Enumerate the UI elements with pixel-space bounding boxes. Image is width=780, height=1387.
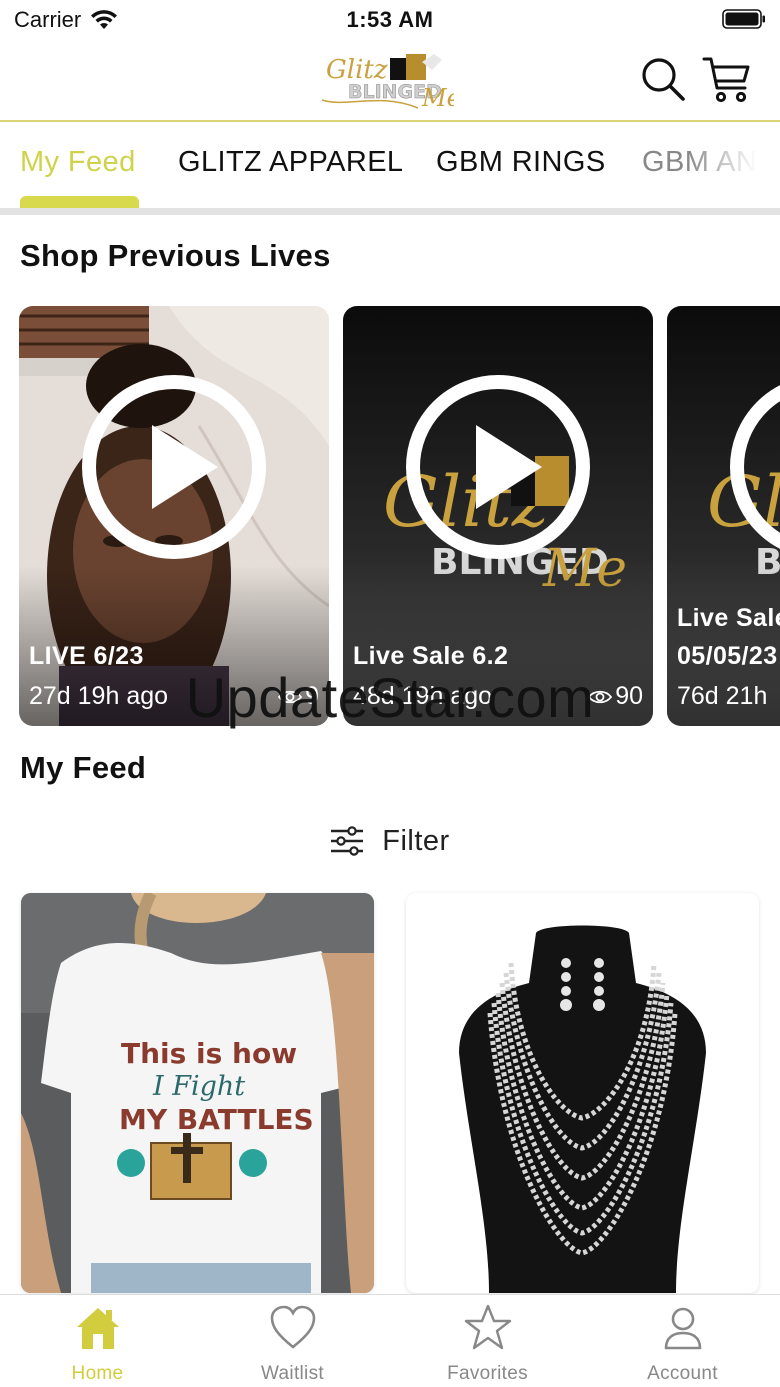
- tab-gbm-partial[interactable]: GBM AN: [642, 146, 757, 179]
- status-bar: Carrier 1:53 AM: [0, 0, 780, 40]
- nav-waitlist-label: Waitlist: [261, 1363, 324, 1384]
- live-view-count: 9: [278, 682, 319, 711]
- nav-favorites[interactable]: Favorites: [390, 1295, 585, 1387]
- product-card[interactable]: [406, 893, 759, 1293]
- eye-icon: [588, 690, 613, 703]
- home-icon: [77, 1308, 119, 1349]
- svg-text:Me: Me: [421, 84, 454, 112]
- person-icon: [664, 1307, 702, 1350]
- live-card[interactable]: Glitz BLINGED Me Live Sale 6.2 48d 19h a…: [343, 306, 653, 726]
- heart-icon: [270, 1305, 316, 1349]
- category-tab-bar: My Feed GLITZ APPAREL GBM RINGS GBM AN: [0, 124, 780, 210]
- tab-glitz-apparel[interactable]: GLITZ APPAREL: [178, 146, 403, 179]
- nav-account-label: Account: [647, 1363, 718, 1384]
- live-card[interactable]: LIVE 6/23 27d 19h ago 9: [19, 306, 329, 726]
- filter-button[interactable]: Filter: [0, 818, 780, 864]
- previous-lives-title: Shop Previous Lives: [20, 238, 331, 273]
- live-time-ago: 48d 19h ago: [353, 682, 493, 710]
- previous-lives-carousel[interactable]: LIVE 6/23 27d 19h ago 9 Glitz BLINGED Me: [0, 306, 780, 728]
- tab-gbm-rings[interactable]: GBM RINGS: [436, 146, 606, 179]
- nav-account[interactable]: Account: [585, 1295, 780, 1387]
- nav-home[interactable]: Home: [0, 1295, 195, 1387]
- live-title: LIVE 6/23: [29, 642, 144, 670]
- search-icon[interactable]: [640, 56, 686, 102]
- feed-title: My Feed: [20, 750, 147, 785]
- live-views-value: 9: [305, 682, 319, 710]
- live-views-value: 90: [615, 682, 643, 710]
- star-icon: [464, 1304, 512, 1350]
- filter-label: Filter: [382, 824, 450, 857]
- bottom-tab-bar: Home Waitlist Favorites Account: [0, 1294, 780, 1387]
- shirt-print-line-2: I Fight: [152, 1071, 245, 1102]
- play-icon[interactable]: [80, 373, 268, 561]
- live-title-line-1: Live Sale: [677, 604, 780, 632]
- shirt-print-line-1: This is how: [121, 1037, 297, 1070]
- eye-icon: [278, 690, 303, 703]
- product-image: This is how I Fight MY BATTLES: [21, 893, 374, 1293]
- nav-favorites-label: Favorites: [447, 1363, 528, 1384]
- tab-my-feed[interactable]: My Feed: [20, 146, 136, 179]
- play-icon[interactable]: [404, 373, 592, 561]
- cart-icon[interactable]: [702, 54, 752, 104]
- product-card[interactable]: This is how I Fight MY BATTLES: [21, 893, 374, 1293]
- live-time-ago: 27d 19h ago: [29, 682, 169, 710]
- shirt-print-line-3: MY BATTLES: [119, 1103, 314, 1136]
- product-image: [406, 893, 759, 1293]
- filter-sliders-icon: [331, 826, 364, 856]
- app-header: Glitz BLINGED Me: [0, 40, 780, 122]
- nav-home-label: Home: [71, 1363, 124, 1384]
- tab-divider: [0, 208, 780, 215]
- play-icon[interactable]: [728, 373, 780, 561]
- battery-icon: [722, 9, 765, 29]
- status-time: 1:53 AM: [346, 7, 434, 32]
- live-title-line-2: 05/05/23: [677, 642, 778, 670]
- live-card[interactable]: Glitz BLINGED Live Sale 05/05/23 76d 21h: [667, 306, 780, 726]
- nav-waitlist[interactable]: Waitlist: [195, 1295, 390, 1387]
- active-tab-indicator: [20, 196, 139, 208]
- live-view-count: 90: [588, 682, 643, 711]
- live-title: Live Sale 6.2: [353, 642, 509, 670]
- live-time-ago: 76d 21h: [677, 682, 768, 710]
- brand-logo[interactable]: Glitz BLINGED Me: [318, 48, 454, 112]
